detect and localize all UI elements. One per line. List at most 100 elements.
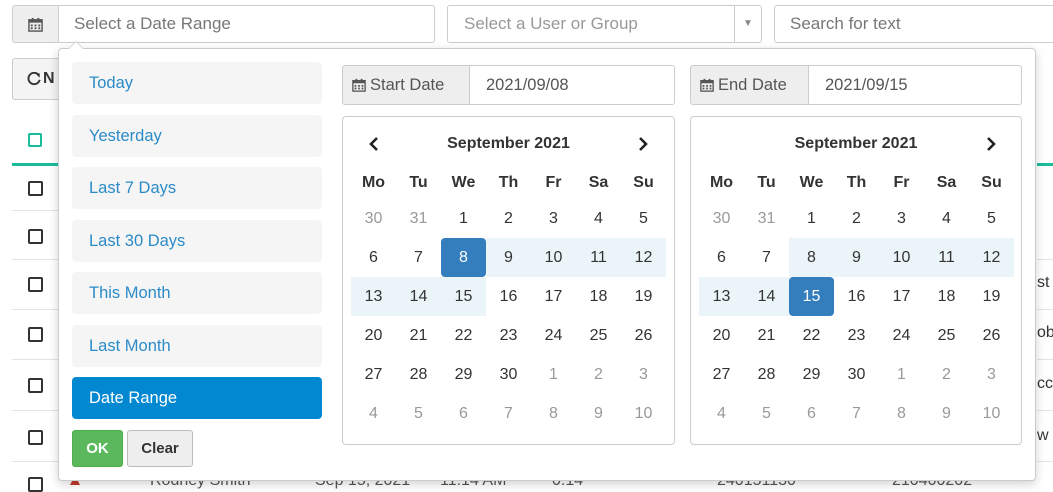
- day-cell[interactable]: 30: [834, 355, 879, 394]
- day-cell[interactable]: 8: [789, 238, 834, 277]
- row-checkbox[interactable]: [28, 229, 43, 244]
- day-cell[interactable]: 2: [486, 199, 531, 238]
- range-option-last-month[interactable]: Last Month: [72, 324, 322, 367]
- day-cell[interactable]: 14: [396, 277, 441, 316]
- day-cell[interactable]: 28: [744, 355, 789, 394]
- row-checkbox[interactable]: [28, 277, 43, 292]
- day-cell[interactable]: 17: [879, 277, 924, 316]
- day-cell[interactable]: 8: [879, 394, 924, 433]
- day-cell[interactable]: 3: [969, 355, 1014, 394]
- day-cell[interactable]: 16: [486, 277, 531, 316]
- day-cell[interactable]: 2: [834, 199, 879, 238]
- day-cell[interactable]: 22: [441, 316, 486, 355]
- day-cell[interactable]: 4: [351, 394, 396, 433]
- day-cell[interactable]: 5: [621, 199, 666, 238]
- row-checkbox[interactable]: [28, 327, 43, 342]
- day-cell[interactable]: 10: [621, 394, 666, 433]
- day-cell[interactable]: 5: [396, 394, 441, 433]
- day-cell[interactable]: 9: [486, 238, 531, 277]
- day-cell[interactable]: 4: [924, 199, 969, 238]
- day-cell[interactable]: 8: [441, 238, 486, 277]
- date-range-input[interactable]: Select a Date Range: [58, 5, 435, 43]
- day-cell[interactable]: 11: [924, 238, 969, 277]
- day-cell[interactable]: 22: [789, 316, 834, 355]
- day-cell[interactable]: 6: [699, 238, 744, 277]
- day-cell[interactable]: 30: [699, 199, 744, 238]
- day-cell[interactable]: 6: [441, 394, 486, 433]
- dropdown-arrow-icon[interactable]: ▼: [734, 6, 761, 42]
- day-cell[interactable]: 31: [396, 199, 441, 238]
- select-all-checkbox[interactable]: [28, 133, 42, 147]
- range-option-today[interactable]: Today: [72, 62, 322, 104]
- day-cell[interactable]: 1: [789, 199, 834, 238]
- day-cell[interactable]: 7: [744, 238, 789, 277]
- day-cell[interactable]: 8: [531, 394, 576, 433]
- day-cell[interactable]: 2: [576, 355, 621, 394]
- day-cell[interactable]: 10: [969, 394, 1014, 433]
- day-cell[interactable]: 30: [351, 199, 396, 238]
- day-cell[interactable]: 26: [969, 316, 1014, 355]
- day-cell[interactable]: 21: [396, 316, 441, 355]
- day-cell[interactable]: 16: [834, 277, 879, 316]
- day-cell[interactable]: 25: [924, 316, 969, 355]
- clear-button[interactable]: Clear: [127, 430, 193, 467]
- day-cell[interactable]: 4: [699, 394, 744, 433]
- day-cell[interactable]: 1: [441, 199, 486, 238]
- range-option-yesterday[interactable]: Yesterday: [72, 114, 322, 157]
- day-cell[interactable]: 25: [576, 316, 621, 355]
- row-checkbox[interactable]: [28, 477, 43, 492]
- range-option-last-30-days[interactable]: Last 30 Days: [72, 219, 322, 262]
- day-cell[interactable]: 23: [834, 316, 879, 355]
- day-cell[interactable]: 7: [396, 238, 441, 277]
- row-checkbox[interactable]: [28, 378, 43, 393]
- range-option-last-7-days[interactable]: Last 7 Days: [72, 167, 322, 209]
- day-cell[interactable]: 4: [576, 199, 621, 238]
- day-cell[interactable]: 1: [531, 355, 576, 394]
- day-cell[interactable]: 6: [789, 394, 834, 433]
- day-cell[interactable]: 1: [879, 355, 924, 394]
- day-cell[interactable]: 31: [744, 199, 789, 238]
- day-cell[interactable]: 21: [744, 316, 789, 355]
- day-cell[interactable]: 2: [924, 355, 969, 394]
- day-cell[interactable]: 5: [969, 199, 1014, 238]
- day-cell[interactable]: 29: [441, 355, 486, 394]
- day-cell[interactable]: 10: [531, 238, 576, 277]
- day-cell[interactable]: 12: [969, 238, 1014, 277]
- start-date-input[interactable]: 2021/09/08: [470, 65, 675, 105]
- day-cell[interactable]: 27: [351, 355, 396, 394]
- day-cell[interactable]: 26: [621, 316, 666, 355]
- user-group-select[interactable]: Select a User or Group ▼: [447, 5, 762, 43]
- day-cell[interactable]: 5: [744, 394, 789, 433]
- calendar-addon[interactable]: [12, 5, 58, 43]
- search-input[interactable]: Search for text: [774, 5, 1053, 43]
- day-cell[interactable]: 28: [396, 355, 441, 394]
- next-month-icon[interactable]: [635, 136, 651, 152]
- day-cell[interactable]: 14: [744, 277, 789, 316]
- day-cell[interactable]: 19: [969, 277, 1014, 316]
- day-cell[interactable]: 23: [486, 316, 531, 355]
- row-checkbox[interactable]: [28, 430, 43, 445]
- next-month-icon[interactable]: [983, 136, 999, 152]
- row-checkbox[interactable]: [28, 181, 43, 196]
- day-cell[interactable]: 12: [621, 238, 666, 277]
- day-cell[interactable]: 11: [576, 238, 621, 277]
- ok-button[interactable]: OK: [72, 430, 123, 467]
- day-cell[interactable]: 30: [486, 355, 531, 394]
- day-cell[interactable]: 10: [879, 238, 924, 277]
- day-cell[interactable]: 24: [879, 316, 924, 355]
- day-cell[interactable]: 19: [621, 277, 666, 316]
- day-cell[interactable]: 18: [576, 277, 621, 316]
- range-option-date-range[interactable]: Date Range: [72, 377, 322, 419]
- day-cell[interactable]: 3: [879, 199, 924, 238]
- day-cell[interactable]: 13: [351, 277, 396, 316]
- day-cell[interactable]: 15: [441, 277, 486, 316]
- day-cell[interactable]: 13: [699, 277, 744, 316]
- day-cell[interactable]: 6: [351, 238, 396, 277]
- day-cell[interactable]: 18: [924, 277, 969, 316]
- end-date-input[interactable]: 2021/09/15: [809, 65, 1022, 105]
- day-cell[interactable]: 9: [834, 238, 879, 277]
- day-cell[interactable]: 20: [351, 316, 396, 355]
- day-cell[interactable]: 9: [576, 394, 621, 433]
- day-cell[interactable]: 3: [531, 199, 576, 238]
- day-cell[interactable]: 20: [699, 316, 744, 355]
